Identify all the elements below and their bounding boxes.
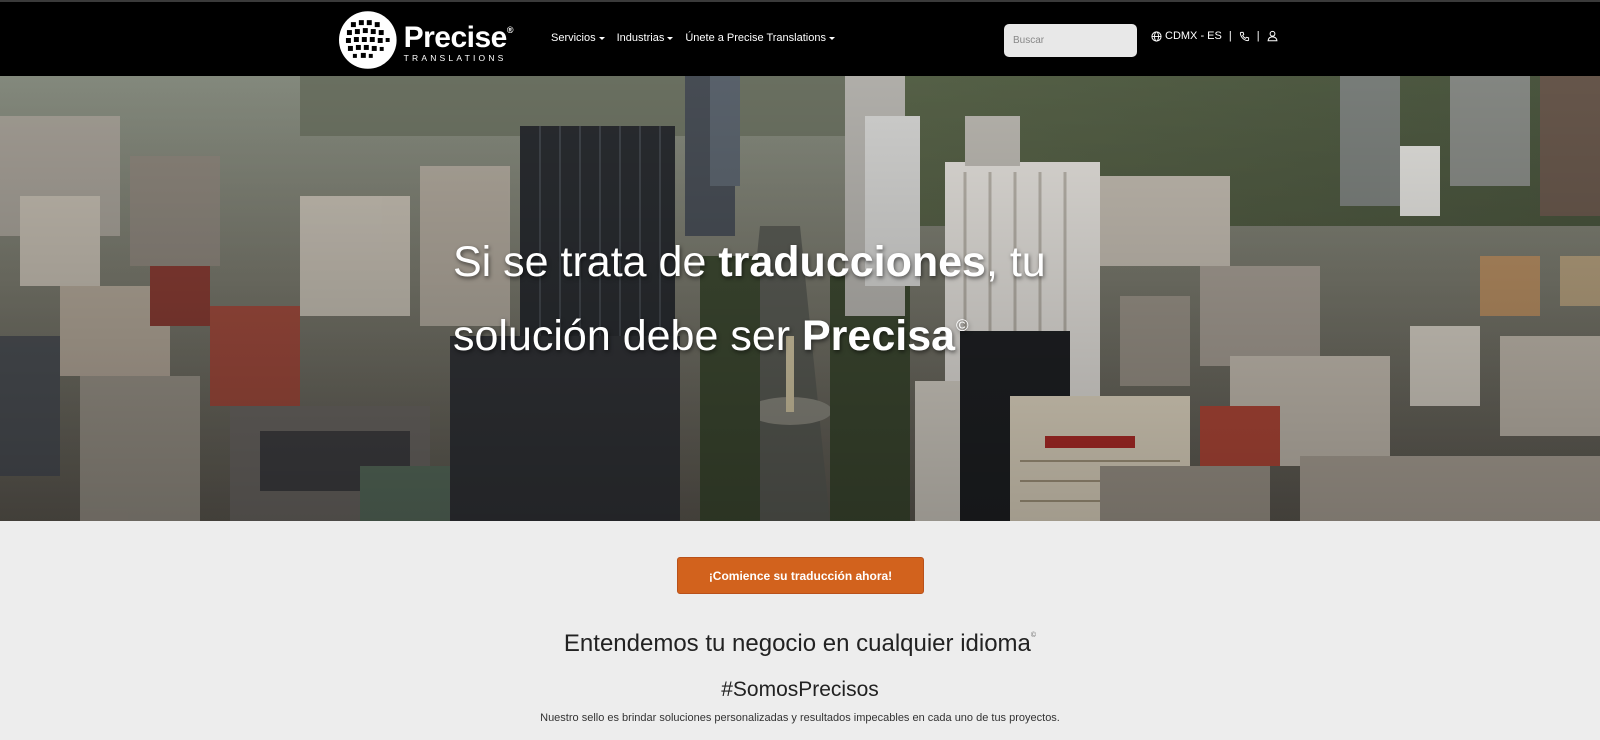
nav-join-dropdown[interactable]: Únete a Precise Translations: [685, 32, 835, 44]
brand-logo[interactable]: Precise® TRANSLATIONS: [338, 9, 514, 71]
separator: |: [1256, 30, 1260, 42]
start-translation-button[interactable]: ¡Comience su traducción ahora!: [677, 557, 924, 594]
hero-text: , tu: [985, 238, 1046, 286]
nav-join-label: Únete a Precise Translations: [685, 32, 826, 44]
nav-industrias-dropdown[interactable]: Industrias: [617, 32, 674, 44]
hero-emphasis: Precisa: [802, 312, 956, 360]
nav-servicios-dropdown[interactable]: Servicios: [551, 32, 605, 44]
utility-bar: CDMX - ES | |: [1151, 30, 1278, 42]
top-navbar: Precise® TRANSLATIONS Servicios Industri…: [0, 0, 1600, 76]
locale-selector[interactable]: CDMX - ES: [1151, 30, 1222, 42]
hero-headline: Si se trata de traducciones, tu solución …: [453, 230, 1173, 368]
user-icon: [1267, 30, 1278, 42]
nav-servicios-label: Servicios: [551, 32, 596, 44]
caret-down-icon: [667, 36, 674, 40]
logo-wordmark: Precise: [403, 21, 508, 54]
locale-label: CDMX - ES: [1165, 30, 1222, 42]
nav-industrias-label: Industrias: [616, 32, 665, 44]
phone-button[interactable]: [1239, 31, 1250, 42]
caret-down-icon: [598, 36, 605, 40]
hero-text: solución debe ser: [453, 312, 802, 360]
hashtag-heading: #SomosPrecisos: [721, 678, 879, 701]
copyright-mark: ©: [956, 316, 969, 335]
search-input[interactable]: [1004, 24, 1137, 57]
phone-icon: [1239, 31, 1249, 41]
main-nav: Servicios Industrias Únete a Precise Tra…: [551, 32, 835, 44]
section-tagline: Entendemos tu negocio en cualquier idiom…: [0, 630, 1600, 658]
caret-down-icon: [828, 36, 835, 40]
account-button[interactable]: [1267, 30, 1278, 42]
tagline-text: Entendemos tu negocio en cualquier idiom…: [563, 630, 1031, 657]
hero-banner: Si se trata de traducciones, tu solución …: [0, 76, 1600, 521]
copyright-mark: ©: [1030, 632, 1037, 639]
trademark-mark: ®: [506, 25, 514, 35]
logo-subtitle: TRANSLATIONS: [403, 53, 507, 63]
separator: |: [1228, 30, 1232, 42]
hero-text: Si se trata de: [453, 238, 719, 286]
logo-mark-icon: [338, 11, 397, 69]
globe-icon: [1151, 30, 1162, 42]
section-description: Nuestro sello es brindar soluciones pers…: [540, 712, 1060, 724]
hero-emphasis: traducciones: [718, 238, 986, 286]
